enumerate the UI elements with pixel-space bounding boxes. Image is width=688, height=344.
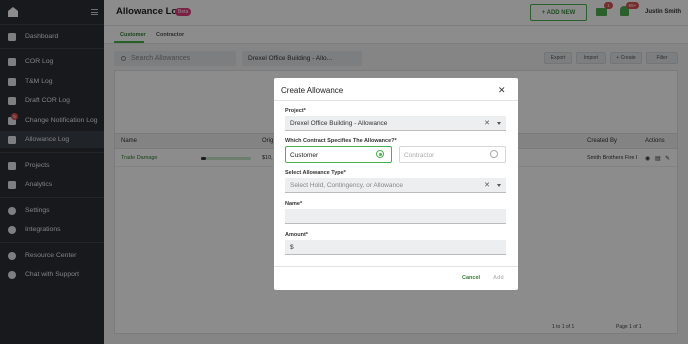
customer-option-label: Customer [290, 152, 319, 159]
contract-label: Which Contract Specifies The Allowance?* [285, 138, 397, 144]
contractor-radio[interactable]: Contractor [399, 146, 506, 163]
name-input[interactable] [285, 209, 506, 224]
customer-radio[interactable]: Customer [285, 146, 392, 163]
radio-selected-icon [376, 150, 384, 158]
amount-input[interactable]: $ [285, 240, 506, 255]
project-value: Drexel Office Building - Allowance [290, 120, 388, 127]
chevron-down-icon[interactable] [497, 122, 501, 125]
name-label: Name* [285, 201, 303, 207]
divider [274, 266, 518, 267]
currency-prefix: $ [290, 244, 294, 251]
dialog-title: Create Allowance [281, 86, 344, 95]
allowance-type-placeholder: Select Hold, Contingency, or Allowance [290, 182, 403, 189]
clear-icon[interactable]: ✕ [484, 119, 490, 127]
cancel-button[interactable]: Cancel [462, 275, 480, 281]
radio-unselected-icon [490, 150, 498, 158]
contractor-option-label: Contractor [404, 152, 435, 159]
chevron-down-icon[interactable] [497, 184, 501, 187]
divider [274, 100, 518, 101]
allowance-type-label: Select Allowance Type* [285, 170, 346, 176]
project-label: Project* [285, 108, 306, 114]
close-icon[interactable]: ✕ [498, 85, 506, 96]
project-field[interactable]: Drexel Office Building - Allowance ✕ [285, 116, 506, 131]
amount-label: Amount* [285, 232, 308, 238]
clear-icon[interactable]: ✕ [484, 181, 490, 189]
add-button[interactable]: Add [493, 275, 504, 281]
allowance-type-select[interactable]: Select Hold, Contingency, or Allowance ✕ [285, 178, 506, 193]
create-allowance-dialog: Create Allowance ✕ Project* Drexel Offic… [274, 78, 518, 290]
